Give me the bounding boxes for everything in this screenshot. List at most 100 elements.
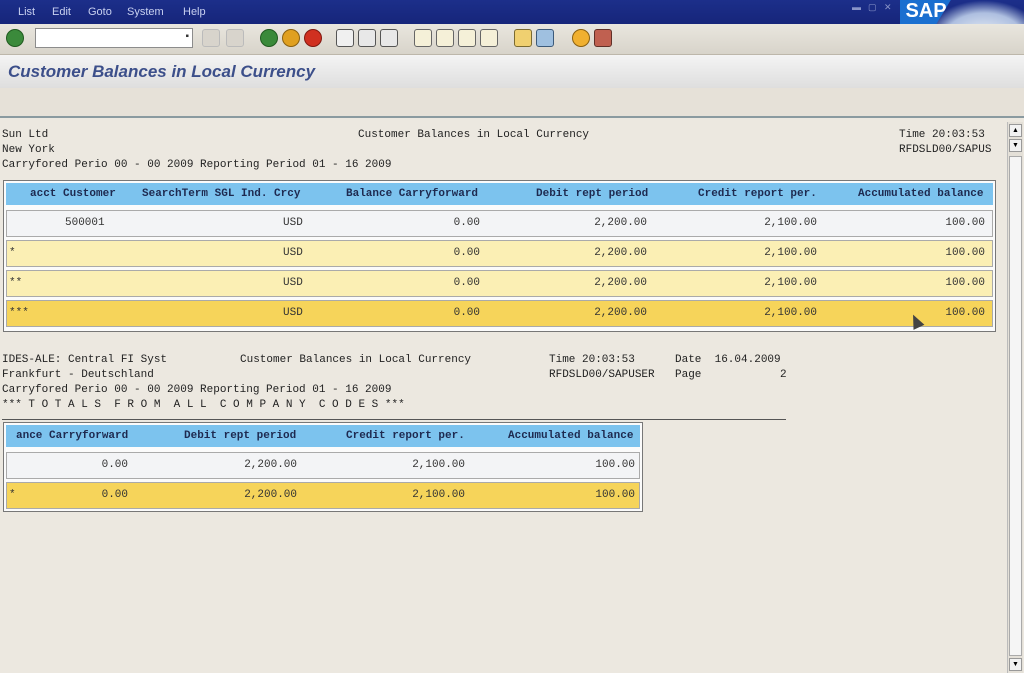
report-time: Time 20:03:53 [899,129,985,141]
carryforward-value: 0.00 [101,459,128,471]
menu-edit[interactable]: Edit [52,6,71,18]
report-title: Customer Balances in Local Currency [240,354,472,366]
table-row[interactable]: 500001 USD 0.00 2,200.00 2,100.00 100.00 [6,210,993,237]
currency: USD [283,307,303,319]
col-searchterm[interactable]: SearchTerm SGL Ind. Crcy [142,188,300,200]
debit-value: 2,200.00 [594,307,647,319]
carryforward-value: 0.00 [453,247,480,259]
first-page-icon[interactable] [414,29,432,47]
credit-value: 2,100.00 [764,247,817,259]
period-line: Carryfored Perio 00 - 00 2009 Reporting … [2,384,392,396]
report-program: RFDSLD00/SAPUSER [549,369,655,381]
scrollbar-thumb[interactable] [1009,156,1022,656]
debit-value: 2,200.00 [244,489,297,501]
report-time: Time 20:03:53 [549,354,635,366]
back-disabled-icon [202,29,220,47]
exit-icon[interactable] [282,29,300,47]
debit-value: 2,200.00 [244,459,297,471]
row-marker: ** [9,277,23,289]
debit-value: 2,200.00 [594,247,647,259]
next-page-icon[interactable] [458,29,476,47]
currency: USD [283,277,303,289]
col-accumulated-balance[interactable]: Accumulated balance [508,430,633,442]
menu-list[interactable]: List [18,6,35,18]
col-accumulated-balance[interactable]: Accumulated balance [858,188,983,200]
menu-help[interactable]: Help [183,6,206,18]
company-city: Frankfurt - Deutschland [2,369,154,381]
totals-line: *** T O T A L S F R O M A L L C O M P A … [2,399,405,411]
table-header: ance Carryforward Debit rept period Cred… [6,425,640,447]
prev-page-icon[interactable] [436,29,454,47]
layout-icon[interactable] [594,29,612,47]
maximize-icon[interactable]: ▢ [868,2,877,13]
standard-toolbar: ▪ [0,24,1024,55]
menu-system[interactable]: System [127,6,164,18]
last-page-icon[interactable] [480,29,498,47]
enter-icon[interactable] [6,29,24,47]
carryforward-value: 0.00 [453,217,480,229]
find-icon[interactable] [358,29,376,47]
period-line: Carryfored Perio 00 - 00 2009 Reporting … [2,159,392,171]
back-icon[interactable] [260,29,278,47]
shortcut-icon[interactable] [536,29,554,47]
balance-value: 100.00 [945,247,985,259]
table-row[interactable]: ** USD 0.00 2,200.00 2,100.00 100.00 [6,270,993,297]
table-row[interactable]: * 0.00 2,200.00 2,100.00 100.00 [6,482,640,509]
row-marker: *** [9,307,29,319]
col-debit[interactable]: Debit rept period [536,188,648,200]
table-row[interactable]: * USD 0.00 2,200.00 2,100.00 100.00 [6,240,993,267]
page-label: Page [675,369,702,381]
report-date: Date 16.04.2009 [675,354,781,366]
divider [2,419,786,420]
new-session-icon[interactable] [514,29,532,47]
application-toolbar [0,88,1024,118]
company-city: New York [2,144,55,156]
report-title: Customer Balances in Local Currency [358,129,590,141]
scroll-down-icon[interactable]: ▼ [1009,658,1022,671]
customer-number[interactable]: 500001 [65,217,105,229]
carryforward-value: 0.00 [101,489,128,501]
col-balance-carryforward[interactable]: ance Carryforward [16,430,128,442]
table-row[interactable]: *** USD 0.00 2,200.00 2,100.00 100.00 [6,300,993,327]
balance-value: 100.00 [945,277,985,289]
balances-table: acct Customer SearchTerm SGL Ind. Crcy B… [3,180,996,332]
help-icon[interactable] [572,29,590,47]
find-next-icon[interactable] [380,29,398,47]
company-name: IDES-ALE: Central FI Syst [2,354,168,366]
save-icon[interactable]: ▪ [185,31,189,42]
debit-value: 2,200.00 [594,217,647,229]
col-credit[interactable]: Credit report per. [698,188,817,200]
scroll-down-small-icon[interactable]: ▼ [1009,139,1022,152]
row-marker: * [9,247,16,259]
close-window-icon[interactable]: ✕ [884,2,892,13]
credit-value: 2,100.00 [412,459,465,471]
report-program: RFDSLD00/SAPUS [899,144,992,156]
credit-value: 2,100.00 [764,307,817,319]
currency: USD [283,247,303,259]
col-credit[interactable]: Credit report per. [346,430,465,442]
command-field[interactable]: ▪ [35,28,193,48]
page-number: 2 [780,369,787,381]
page-title: Customer Balances in Local Currency [8,62,316,81]
cancel-icon[interactable] [304,29,322,47]
save-disabled-icon [226,29,244,47]
currency: USD [283,217,303,229]
credit-value: 2,100.00 [764,277,817,289]
col-debit[interactable]: Debit rept period [184,430,296,442]
command-input[interactable] [38,30,182,48]
vertical-scrollbar[interactable]: ▲ ▼ ▼ [1007,122,1023,673]
balance-value: 100.00 [945,217,985,229]
minimize-icon[interactable]: ▬ [852,2,861,12]
credit-value: 2,100.00 [764,217,817,229]
balance-value: 100.00 [595,489,635,501]
print-icon[interactable] [336,29,354,47]
scroll-up-icon[interactable]: ▲ [1009,124,1022,137]
col-balance-carryforward[interactable]: Balance Carryforward [346,188,478,200]
carryforward-value: 0.00 [453,307,480,319]
table-row[interactable]: 0.00 2,200.00 2,100.00 100.00 [6,452,640,479]
balance-value: 100.00 [595,459,635,471]
debit-value: 2,200.00 [594,277,647,289]
col-acct-customer[interactable]: acct Customer [30,188,116,200]
menu-goto[interactable]: Goto [88,6,112,18]
carryforward-value: 0.00 [453,277,480,289]
